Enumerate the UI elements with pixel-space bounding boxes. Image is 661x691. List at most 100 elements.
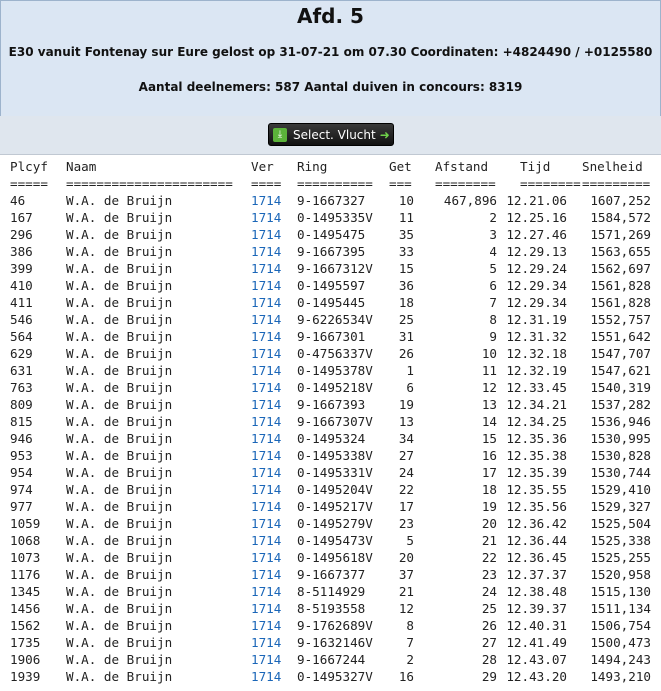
col-get: 35 [398, 227, 414, 242]
col-get: 8 [406, 618, 414, 633]
col-get: 11 [398, 210, 414, 225]
col-ver[interactable]: 1714 [251, 583, 291, 600]
col-ver[interactable]: 1714 [251, 481, 291, 498]
col-naam: W.A. de Bruijn [66, 397, 173, 412]
col-snelheid: 1561,828 [590, 295, 651, 310]
col-tijd: 12.35.55 [506, 482, 567, 497]
col-tijd: 12.35.39 [506, 465, 567, 480]
col-ver[interactable]: 1714 [251, 260, 291, 277]
col-plcyf: 411 [10, 295, 33, 310]
col-plcyf: 763 [10, 380, 33, 395]
col-naam: W.A. de Bruijn [66, 482, 173, 497]
col-ver[interactable]: 1714 [251, 243, 291, 260]
col-snelheid: 1552,757 [590, 312, 651, 327]
col-plcyf: 410 [10, 278, 33, 293]
col-ver[interactable]: 1714 [251, 668, 291, 685]
col-ver[interactable]: 1714 [251, 192, 291, 209]
col-get: 16 [398, 669, 414, 684]
col-plcyf: 1906 [10, 652, 41, 667]
col-ver[interactable]: 1714 [251, 311, 291, 328]
col-snelheid: 1547,621 [590, 363, 651, 378]
col-naam: W.A. de Bruijn [66, 601, 173, 616]
col-tijd: 12.29.13 [506, 244, 567, 259]
col-ver[interactable]: 1714 [251, 549, 291, 566]
col-get: 5 [406, 533, 414, 548]
col-afstand: 3 [489, 227, 497, 242]
col-tijd: 12.29.34 [506, 295, 567, 310]
col-ver[interactable]: 1714 [251, 634, 291, 651]
col-naam: W.A. de Bruijn [66, 295, 173, 310]
col-snelheid: 1530,995 [590, 431, 651, 446]
col-ver[interactable]: 1714 [251, 277, 291, 294]
col-afstand: 4 [489, 244, 497, 259]
col-ver[interactable]: 1714 [251, 447, 291, 464]
col-get: === [389, 176, 412, 191]
col-ver[interactable]: 1714 [251, 464, 291, 481]
col-ring: 0-1495335V [297, 210, 373, 225]
col-naam: W.A. de Bruijn [66, 567, 173, 582]
col-tijd: 12.25.16 [506, 210, 567, 225]
col-ver[interactable]: 1714 [251, 532, 291, 549]
col-naam: W.A. de Bruijn [66, 448, 173, 463]
col-tijd: 12.27.46 [506, 227, 567, 242]
col-tijd: 12.34.21 [506, 397, 567, 412]
col-ring: 9-1667307V [297, 414, 373, 429]
col-plcyf: 1562 [10, 618, 41, 633]
table-row: 1068 W.A. de Bruijn 1714 0-1495473V 5 21 12.36… [0, 532, 661, 549]
col-snelheid: 1520,958 [590, 567, 651, 582]
table-separator: ===== ====================== ==== =========… [0, 175, 661, 192]
table-row: 1735 W.A. de Bruijn 1714 9-1632146V 7 27 12.41… [0, 634, 661, 651]
col-ver[interactable]: 1714 [251, 413, 291, 430]
col-afstand: 29 [481, 669, 497, 684]
col-tijd: 12.36.42 [506, 516, 567, 531]
col-get: 18 [398, 295, 414, 310]
col-naam: W.A. de Bruijn [66, 499, 173, 514]
col-tijd: 12.35.36 [506, 431, 567, 446]
col-ver[interactable]: 1714 [251, 396, 291, 413]
col-tijd: 12.43.07 [506, 652, 567, 667]
results-table: Plcyf Naam Ver Ring Get Afstand Tijd Snelheid ==… [0, 158, 661, 685]
col-snelheid: 1563,655 [590, 244, 651, 259]
table-row: 386 W.A. de Bruijn 1714 9-1667395 33 4 12.29.1… [0, 243, 661, 260]
col-ver[interactable]: 1714 [251, 226, 291, 243]
col-ver[interactable]: 1714 [251, 294, 291, 311]
col-ver[interactable]: 1714 [251, 566, 291, 583]
col-naam: W.A. de Bruijn [66, 261, 173, 276]
col-snelheid: 1506,754 [590, 618, 651, 633]
col-ver[interactable]: 1714 [251, 515, 291, 532]
col-tijd: 12.35.56 [506, 499, 567, 514]
col-ring: 9-6226534V [297, 312, 373, 327]
col-ring: 0-1495324 [297, 431, 366, 446]
col-plcyf: 1735 [10, 635, 41, 650]
col-ver[interactable]: 1714 [251, 651, 291, 668]
col-ver[interactable]: 1714 [251, 328, 291, 345]
col-tijd: 12.29.24 [506, 261, 567, 276]
col-ver[interactable]: 1714 [251, 617, 291, 634]
col-snelheid: 1584,572 [590, 210, 651, 225]
select-flight-button[interactable]: ⤓ Select. Vlucht ➜ [268, 123, 394, 146]
col-ring: 9-1667393 [297, 397, 366, 412]
col-tijd: 12.43.20 [506, 669, 567, 684]
table-row: 974 W.A. de Bruijn 1714 0-1495204V 22 18 12.35… [0, 481, 661, 498]
col-get: 13 [398, 414, 414, 429]
col-snelheid: 1500,473 [590, 635, 651, 650]
table-row: 1456 W.A. de Bruijn 1714 8-5193558 12 25 12.39… [0, 600, 661, 617]
col-plcyf: 399 [10, 261, 33, 276]
col-tijd: 12.33.45 [506, 380, 567, 395]
col-ver[interactable]: 1714 [251, 498, 291, 515]
col-get: 6 [406, 380, 414, 395]
col-ver[interactable]: 1714 [251, 209, 291, 226]
col-ring: 9-1667244 [297, 652, 366, 667]
col-ring: 9-1762689V [297, 618, 373, 633]
col-afstand: 19 [481, 499, 497, 514]
col-ver[interactable]: 1714 [251, 600, 291, 617]
col-ver[interactable]: 1714 [251, 362, 291, 379]
col-ver[interactable]: 1714 [251, 430, 291, 447]
col-ver[interactable]: 1714 [251, 345, 291, 362]
col-ver[interactable]: 1714 [251, 379, 291, 396]
col-plcyf: 815 [10, 414, 33, 429]
col-afstand: 24 [481, 584, 497, 599]
col-ring: 0-1495445 [297, 295, 366, 310]
col-plcyf: 167 [10, 210, 33, 225]
col-snelheid: 1530,828 [590, 448, 651, 463]
